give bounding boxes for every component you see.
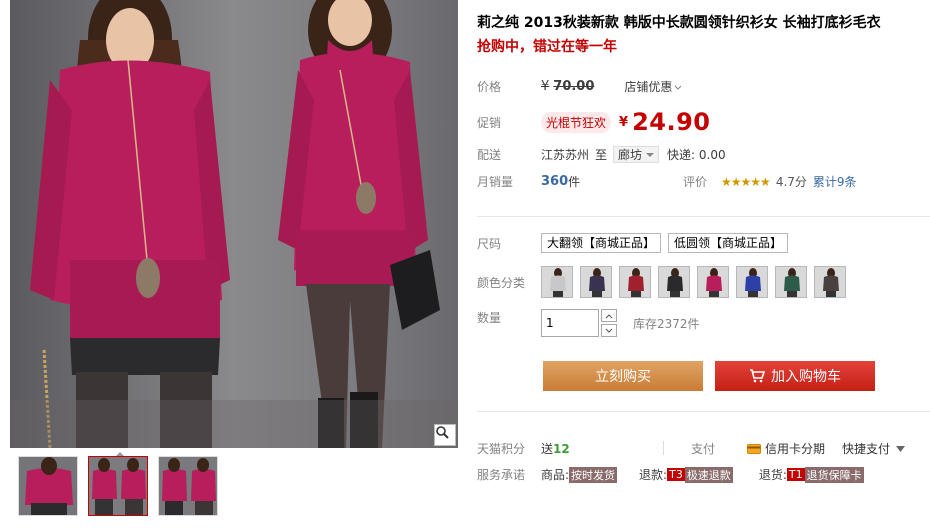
product-photo-illustration — [10, 0, 458, 448]
chevron-up-icon — [605, 313, 613, 318]
size-label: 尺码 — [477, 236, 502, 251]
color-swatch-5[interactable] — [697, 266, 729, 298]
review-count-link[interactable]: 累计9条 — [813, 173, 857, 190]
main-product-image[interactable] — [10, 0, 458, 448]
refund-code-badge: T3 — [667, 468, 685, 481]
return-code-badge: T1 — [786, 468, 805, 481]
thumbnail-1[interactable] — [18, 456, 78, 516]
fast-refund-badge[interactable]: 极速退款 — [684, 466, 733, 483]
magnifier-icon — [436, 426, 449, 439]
product-header: 莉之纯 2013秋装新款 韩版中长款圆领针织衫女 长袖打底衫毛衣 抢购中，错过在… — [477, 12, 929, 58]
monthly-sales-count: 360 — [541, 174, 569, 189]
cart-icon — [750, 369, 765, 383]
vertical-divider — [663, 441, 664, 455]
thumbnail-3[interactable] — [158, 456, 218, 516]
shop-discount-dropdown[interactable]: 店铺优惠 — [624, 78, 682, 95]
stock-count: 库存2372件 — [633, 316, 700, 331]
goods-label: 商品: — [541, 468, 570, 482]
points-give-word: 送 — [541, 442, 554, 456]
color-row: 颜色分类 — [477, 266, 846, 298]
color-swatches — [541, 266, 846, 298]
on-time-delivery-badge[interactable]: 按时发货 — [569, 466, 618, 483]
color-swatch-6[interactable] — [736, 266, 768, 298]
thumbnail-strip — [10, 456, 218, 516]
quantity-stepper — [601, 309, 617, 337]
review-label: 评价 — [683, 175, 708, 189]
add-to-cart-button[interactable]: 加入购物车 — [715, 361, 875, 391]
color-swatch-3[interactable] — [619, 266, 651, 298]
sales-row: 月销量 360 件 评价 ★★★★★ 4.7分 累计9条 — [477, 173, 929, 190]
promo-currency: ¥ — [619, 114, 629, 130]
color-swatch-2[interactable] — [580, 266, 612, 298]
ship-to-word: 至 — [595, 148, 608, 162]
rating-stars: ★★★★★ — [721, 174, 771, 189]
size-row: 尺码 大翻领【商城正品】 低圆领【商城正品】 — [477, 233, 795, 253]
chevron-down-icon — [605, 328, 613, 333]
original-price: ¥70.00 — [541, 79, 595, 94]
divider — [477, 411, 930, 412]
review-summary: 评价 ★★★★★ 4.7分 累计9条 — [683, 173, 857, 190]
promo-price: 24.90 — [632, 108, 711, 136]
buy-now-button[interactable]: 立刻购买 — [543, 361, 703, 391]
return-guarantee-badge[interactable]: 退货保障卡 — [804, 466, 864, 483]
quantity-decrease-button[interactable] — [601, 324, 617, 337]
color-swatch-7[interactable] — [775, 266, 807, 298]
product-title: 莉之纯 2013秋装新款 韩版中长款圆领针织衫女 长袖打底衫毛衣 — [477, 15, 881, 31]
size-option-2[interactable]: 低圆领【商城正品】 — [668, 233, 789, 253]
quantity-label: 数量 — [477, 311, 502, 325]
quantity-row: 数量 库存2372件 — [477, 309, 700, 337]
points-row: 天猫积分 送 12 支付 信用卡分期 快捷支付 — [477, 440, 929, 457]
credit-installment-link[interactable]: 信用卡分期 — [747, 440, 825, 457]
color-swatch-4[interactable] — [658, 266, 690, 298]
service-label: 服务承诺 — [477, 468, 526, 482]
monthly-sales-label: 月销量 — [477, 175, 514, 189]
product-subtitle: 抢购中，错过在等一年 — [477, 39, 617, 55]
service-row: 服务承诺 商品: 按时发货 退款: T3 极速退款 退货: T1 退货保障卡 — [477, 466, 929, 483]
color-label: 颜色分类 — [477, 275, 526, 290]
zoom-button[interactable] — [434, 424, 456, 446]
price-box: 价格 ¥70.00 店铺优惠 促销 光棍节狂欢 ¥ 24.90 配送 江苏苏州 … — [477, 66, 929, 196]
quantity-input[interactable] — [541, 309, 599, 337]
quick-pay-dropdown[interactable]: 快捷支付 — [842, 440, 906, 457]
divider — [477, 216, 930, 217]
points-label: 天猫积分 — [477, 442, 526, 456]
size-option-1[interactable]: 大翻领【商城正品】 — [541, 233, 662, 253]
destination-select[interactable]: 廊坊 — [613, 146, 660, 163]
ship-from: 江苏苏州 — [541, 148, 590, 162]
shipping-label: 配送 — [477, 148, 502, 162]
product-gallery — [10, 0, 458, 528]
price-label: 价格 — [477, 80, 502, 94]
express-fee: 快递: 0.00 — [667, 148, 726, 162]
quantity-increase-button[interactable] — [601, 309, 617, 322]
return-label: 退货: — [758, 468, 787, 482]
pay-label: 支付 — [691, 442, 716, 456]
color-swatch-8[interactable] — [814, 266, 846, 298]
rating-score: 4.7分 — [775, 175, 807, 189]
shipping-row: 配送 江苏苏州 至 廊坊 快递: 0.00 — [477, 146, 726, 163]
caret-down-icon — [896, 445, 906, 452]
price-row: 价格 ¥70.00 店铺优惠 — [477, 78, 682, 95]
color-swatch-1[interactable] — [541, 266, 573, 298]
promo-row: 促销 光棍节狂欢 ¥ 24.90 — [477, 108, 710, 136]
thumbnail-2[interactable] — [88, 456, 148, 516]
credit-card-icon — [747, 443, 761, 454]
caret-down-icon — [646, 152, 655, 157]
promo-label: 促销 — [477, 115, 502, 130]
monthly-sales-unit: 件 — [568, 175, 581, 189]
add-to-cart-label: 加入购物车 — [771, 368, 841, 384]
promo-tag: 光棍节狂欢 — [541, 111, 612, 133]
chevron-down-icon — [675, 85, 682, 90]
points-value: 12 — [553, 441, 570, 456]
refund-label: 退款: — [639, 468, 668, 482]
